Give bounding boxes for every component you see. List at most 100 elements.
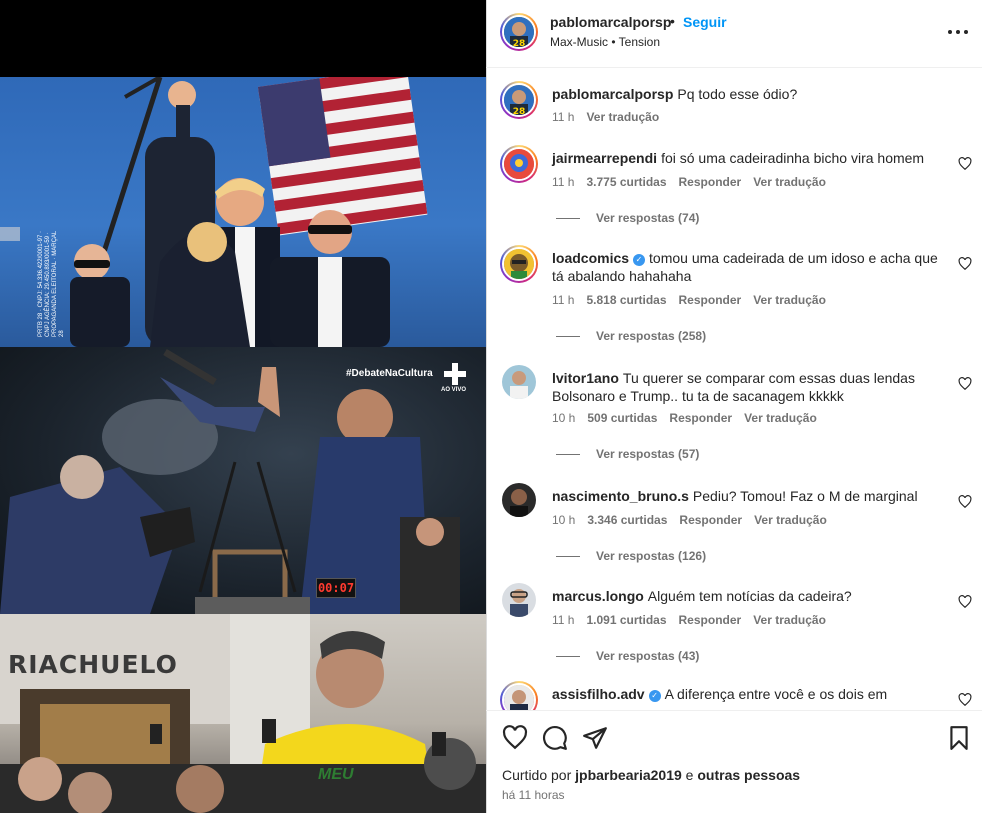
comment-body: jairmearrependi foi só uma cadeiradinha b… [552,149,940,167]
follow-button[interactable]: Seguir [683,14,727,30]
comment-likes[interactable]: 3.775 curtidas [586,175,666,189]
comment-body: assisfilho.adv ✓ A diferença entre você e … [552,685,940,703]
music-info[interactable]: Max-Music • Tension [550,35,660,49]
liked-by-mid: e [685,767,694,783]
translate-link[interactable]: Ver tradução [753,175,826,189]
comment-username[interactable]: jairmearrependi [552,150,657,166]
view-replies-label: Ver respostas (74) [596,211,700,225]
reply-button[interactable]: Responder [669,411,732,425]
reply-button[interactable]: Responder [679,175,742,189]
view-replies-label: Ver respostas (57) [596,447,700,461]
view-replies-button[interactable]: Ver respostas (258) [556,329,706,343]
reply-button[interactable]: Responder [679,513,742,527]
like-comment-heart-icon[interactable] [958,495,972,509]
bookmark-icon[interactable] [946,725,972,751]
comment-text: foi só uma cadeiradinha bicho vira homem [661,150,925,166]
liked-by-others[interactable]: outras pessoas [697,767,800,783]
comment-body: loadcomics ✓ tomou uma cadeirada de um ido… [552,249,940,285]
author-avatar[interactable]: 28 [500,13,538,51]
view-replies-button[interactable]: Ver respostas (126) [556,549,706,563]
hashtag-overlay: #DebateNaCultura [346,368,433,379]
caption-meta: 11 h Ver tradução [552,110,671,124]
tv-cultura-logo-icon [442,363,468,385]
debate-timer: 00:07 [316,578,356,598]
comment-username[interactable]: assisfilho.adv [552,686,645,702]
comment-username[interactable]: nascimento_bruno.s [552,488,689,504]
crowd-illustration [0,614,486,813]
caption-text: Pq todo esse ódio? [677,86,798,102]
liked-by-user[interactable]: jpbarbearia2019 [575,767,682,783]
more-options-icon[interactable] [948,22,968,42]
electoral-disclaimer: PRTB 28 · CNPJ: 54.336.422/0001-97 · CNP… [38,230,65,337]
shirt-text: MEU [318,766,354,783]
media-panel-debate: #DebateNaCultura AO VIVO [0,347,486,614]
verified-badge-icon: ✓ [648,690,661,702]
caption-avatar[interactable]: 28 [500,81,538,119]
comment-body: marcus.longo Alguém tem notícias da cadei… [552,587,940,605]
caption-translate-link[interactable]: Ver tradução [586,110,659,124]
comment-avatar[interactable] [502,365,536,399]
view-replies-label: Ver respostas (258) [596,329,707,343]
comment-likes[interactable]: 509 curtidas [587,411,657,425]
translate-link[interactable]: Ver tradução [744,411,817,425]
comment-avatar[interactable] [502,483,536,517]
post-sidebar: 28 pablomarcalporsp • Seguir Max-Music •… [486,0,982,813]
comment-body: nascimento_bruno.s Pediu? Tomou! Faz o M … [552,487,940,505]
like-comment-heart-icon[interactable] [958,595,972,609]
comment-icon[interactable] [542,725,568,751]
comment-text: A diferença entre você e os dois em [664,686,888,702]
media-panel-rally [0,77,486,347]
post-header: 28 pablomarcalporsp • Seguir Max-Music •… [486,0,982,68]
svg-text:28: 28 [513,107,526,115]
comment-avatar[interactable] [500,681,538,710]
caption-time[interactable]: 11 h [552,110,574,124]
svg-text:28: 28 [513,39,526,47]
view-replies-button[interactable]: Ver respostas (74) [556,211,699,225]
comment-likes[interactable]: 3.346 curtidas [587,513,667,527]
heart-icon[interactable] [502,725,528,751]
reply-button[interactable]: Responder [679,293,742,307]
comment-time[interactable]: 11 h [552,175,574,189]
translate-link[interactable]: Ver tradução [753,613,826,627]
view-replies-button[interactable]: Ver respostas (43) [556,649,699,663]
comment-avatar[interactable] [500,145,538,183]
comment-likes[interactable]: 1.091 curtidas [586,613,666,627]
comment-meta: 10 h 3.346 curtidas Responder Ver tradução [552,513,839,527]
rally-illustration [0,77,428,347]
translate-link[interactable]: Ver tradução [754,513,827,527]
comment-meta: 10 h 509 curtidas Responder Ver tradução [552,411,829,425]
post-actions: Curtido por jpbarbearia2019 e outras pes… [486,710,982,813]
verified-badge-icon: ✓ [633,254,646,266]
comments-list[interactable]: 28 pablomarcalporsp Pq todo esse ódio? 11… [486,69,982,710]
comment-time[interactable]: 11 h [552,293,574,307]
media-panel-crowd: RIACHUELO MEU [0,614,486,813]
comment-avatar[interactable] [500,245,538,283]
reply-button[interactable]: Responder [679,613,742,627]
like-comment-heart-icon[interactable] [958,693,972,707]
caption-username[interactable]: pablomarcalporsp [552,86,673,102]
comment-username[interactable]: marcus.longo [552,588,644,604]
comment-username[interactable]: loadcomics [552,250,629,266]
comment-text: Alguém tem notícias da cadeira? [647,588,852,604]
comment-username[interactable]: lvitor1ano [552,370,619,386]
like-comment-heart-icon[interactable] [958,257,972,271]
comment-time[interactable]: 11 h [552,613,574,627]
comment-avatar[interactable] [502,583,536,617]
liked-by-prefix: Curtido por [502,767,572,783]
translate-link[interactable]: Ver tradução [753,293,826,307]
view-replies-label: Ver respostas (126) [596,549,707,563]
author-username[interactable]: pablomarcalporsp [550,14,671,30]
view-replies-button[interactable]: Ver respostas (57) [556,447,699,461]
like-comment-heart-icon[interactable] [958,377,972,391]
post-time[interactable]: há 11 horas [502,788,565,802]
liked-by: Curtido por jpbarbearia2019 e outras pes… [502,767,800,783]
share-icon[interactable] [582,725,608,751]
debate-illustration [0,348,460,614]
like-comment-heart-icon[interactable] [958,157,972,171]
post-media[interactable]: #DebateNaCultura AO VIVO PRTB 28 · CNPJ:… [0,0,486,813]
comment-text: Pediu? Tomou! Faz o M de marginal [692,488,918,504]
store-sign: RIACHUELO [8,650,178,679]
comment-time[interactable]: 10 h [552,411,575,425]
comment-likes[interactable]: 5.818 curtidas [586,293,666,307]
comment-time[interactable]: 10 h [552,513,575,527]
